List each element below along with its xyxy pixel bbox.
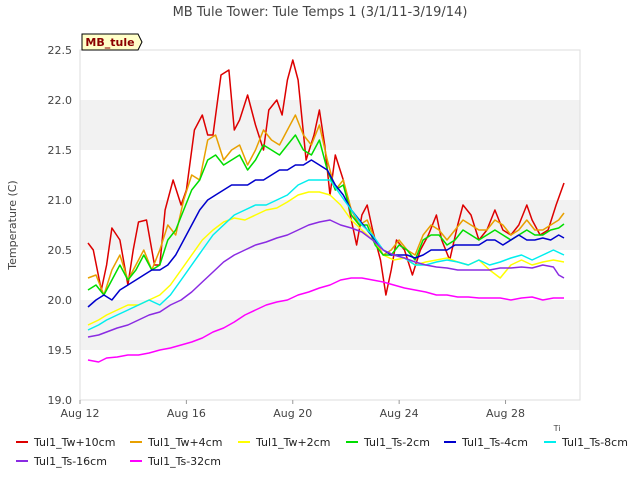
x-tick-label: Aug 24 [380, 407, 419, 420]
legend-item: Tul1_Ts-16cm [16, 455, 107, 468]
grid-band [80, 200, 580, 250]
y-tick-label: 21.0 [48, 194, 73, 207]
y-axis-label: Temperature (C) [6, 180, 19, 270]
legend-item: Tul1_Ts-8cm [544, 436, 628, 449]
x-tick-label: Aug 28 [486, 407, 525, 420]
legend-label: Tul1_Tw+10cm [33, 436, 115, 449]
legend-label: Tul1_Tw+4cm [147, 436, 222, 449]
y-tick-label: 20.5 [48, 244, 73, 257]
legend-item: Tul1_Tw+4cm [130, 436, 222, 449]
legend-item: Tul1_Ts-2cm [346, 436, 430, 449]
y-tick-label: 19.5 [48, 344, 73, 357]
site-label-box: MB_tule [81, 33, 143, 51]
x-tick-label: Aug 16 [167, 407, 206, 420]
axis-corner-label: Ti [553, 424, 561, 433]
legend: Tul1_Tw+10cm Tul1_Tw+4cm Tul1_Tw+2cm Tul1_T… [16, 436, 628, 468]
y-tick-label: 20.0 [48, 294, 73, 307]
legend-label: Tul1_Ts-8cm [561, 436, 628, 449]
y-tick-label: 19.0 [48, 394, 73, 407]
grid-bands [80, 50, 580, 400]
legend-label: Tul1_Ts-16cm [33, 455, 107, 468]
grid-band [80, 300, 580, 350]
legend-label: Tul1_Ts-32cm [147, 455, 221, 468]
grid-band [80, 100, 580, 150]
site-label: MB_tule [85, 36, 134, 49]
y-tick-label: 22.5 [48, 44, 73, 57]
x-tick-label: Aug 12 [61, 407, 100, 420]
chart-title: MB Tule Tower: Tule Temps 1 (3/1/11-3/19… [173, 5, 468, 20]
y-tick-label: 21.5 [48, 144, 73, 157]
x-tick-label: Aug 20 [273, 407, 312, 420]
x-axis: Aug 12 Aug 16 Aug 20 Aug 24 Aug 28 [61, 400, 525, 420]
legend-item: Tul1_Ts-32cm [130, 455, 221, 468]
grid-band [80, 350, 580, 400]
y-axis: 19.0 19.5 20.0 20.5 21.0 21.5 22.0 22.5 [48, 44, 73, 407]
legend-item: Tul1_Tw+2cm [238, 436, 330, 449]
y-tick-label: 22.0 [48, 94, 73, 107]
legend-item: Tul1_Tw+10cm [16, 436, 115, 449]
legend-label: Tul1_Ts-4cm [461, 436, 528, 449]
temperature-line-chart: 19.019.520.020.521.021.522.022.5 Aug 12 A… [6, 5, 628, 468]
legend-item: Tul1_Ts-4cm [444, 436, 528, 449]
grid-band [80, 250, 580, 300]
legend-label: Tul1_Tw+2cm [255, 436, 330, 449]
legend-label: Tul1_Ts-2cm [363, 436, 430, 449]
grid-band [80, 50, 580, 100]
